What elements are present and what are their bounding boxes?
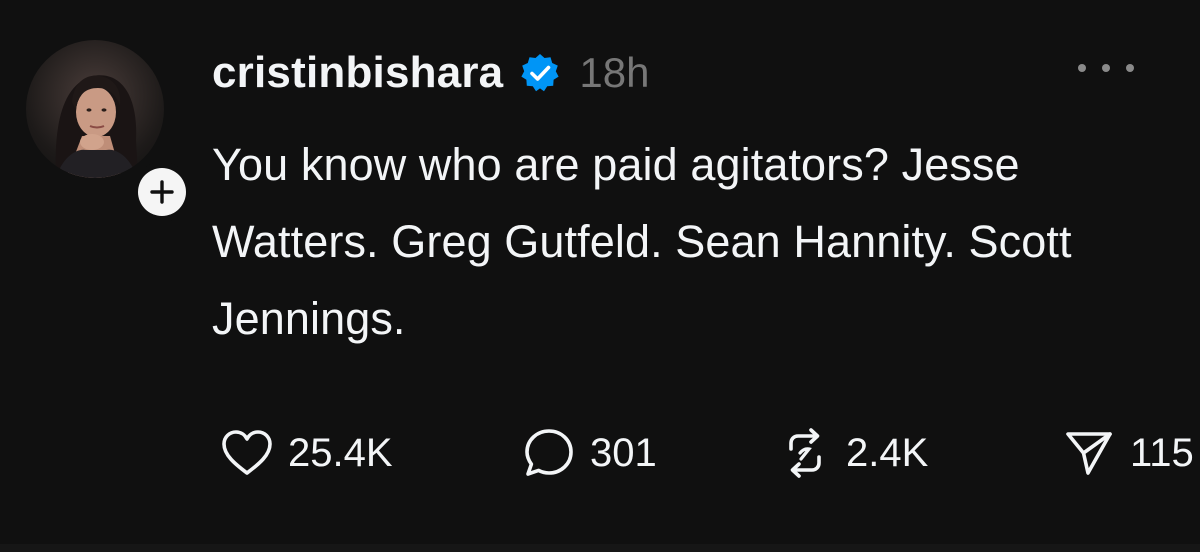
avatar-container bbox=[26, 40, 192, 222]
divider bbox=[0, 544, 1200, 552]
username[interactable]: cristinbishara bbox=[212, 48, 503, 98]
speech-bubble-icon bbox=[514, 418, 584, 488]
repost-button[interactable]: 2.4K bbox=[770, 418, 1054, 488]
plus-icon bbox=[150, 180, 174, 204]
post-actions: 25.4K 301 2.4K 115 bbox=[212, 418, 1200, 488]
like-button[interactable]: 25.4K bbox=[212, 418, 514, 488]
share-count: 115 bbox=[1130, 430, 1194, 475]
send-icon bbox=[1054, 418, 1124, 488]
more-dot bbox=[1102, 64, 1110, 72]
heart-icon bbox=[212, 418, 282, 488]
profile-photo-image bbox=[55, 75, 138, 178]
avatar[interactable] bbox=[26, 40, 164, 178]
follow-button[interactable] bbox=[132, 162, 192, 222]
like-count: 25.4K bbox=[288, 430, 393, 475]
post-timestamp[interactable]: 18h bbox=[579, 49, 649, 97]
reply-count: 301 bbox=[590, 430, 657, 475]
thread-post: cristinbishara 18h You know who are paid… bbox=[0, 0, 1200, 552]
more-options-icon[interactable] bbox=[1078, 54, 1134, 82]
repost-icon bbox=[770, 418, 840, 488]
share-button[interactable]: 115 bbox=[1054, 418, 1200, 488]
more-dot bbox=[1078, 64, 1086, 72]
follow-button-inner bbox=[138, 168, 186, 216]
post-header: cristinbishara 18h bbox=[212, 42, 649, 104]
verified-badge-icon bbox=[517, 50, 563, 96]
more-dot bbox=[1126, 64, 1134, 72]
repost-count: 2.4K bbox=[846, 430, 929, 475]
reply-button[interactable]: 301 bbox=[514, 418, 770, 488]
post-text: You know who are paid agitators? Jesse W… bbox=[212, 139, 1072, 344]
